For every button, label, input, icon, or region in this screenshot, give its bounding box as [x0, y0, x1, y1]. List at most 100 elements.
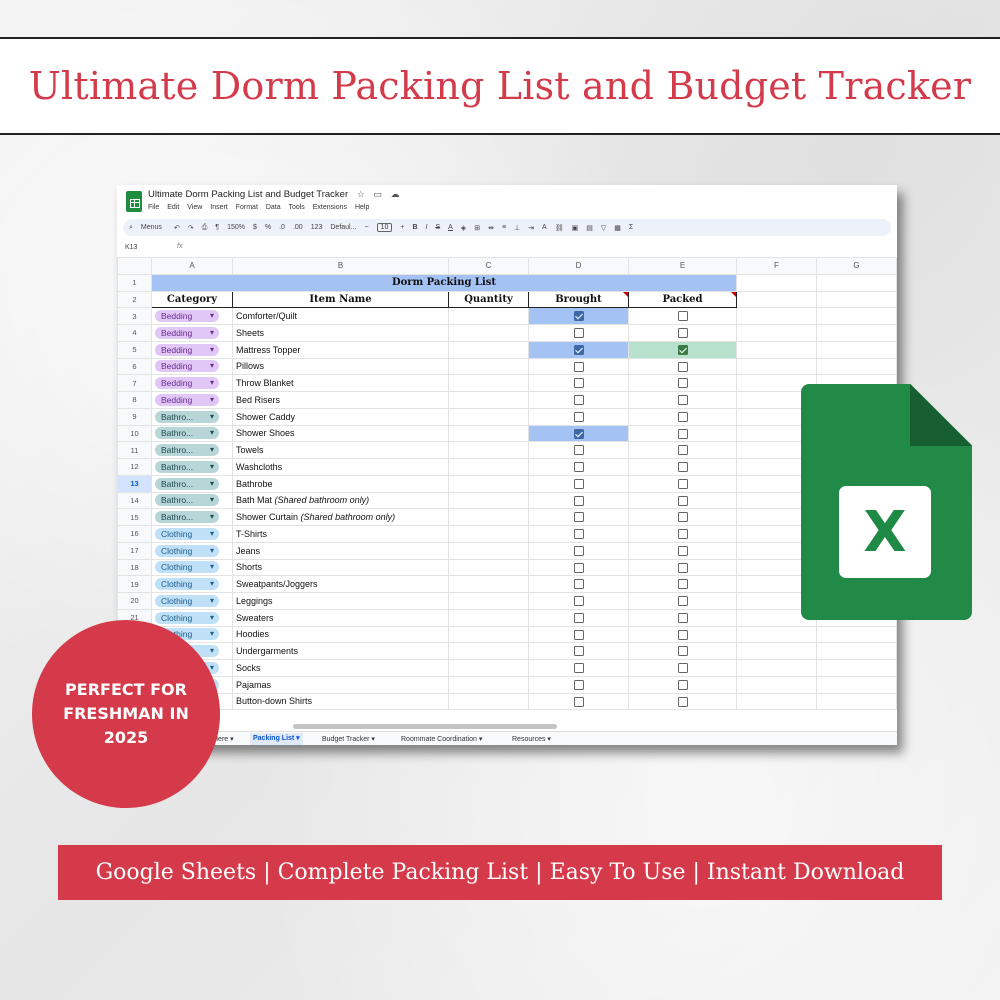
cell[interactable] [816, 273, 897, 292]
quantity-cell[interactable] [448, 625, 529, 644]
category-chip[interactable]: Bedding [155, 377, 219, 390]
category-chip[interactable]: Clothing [155, 594, 219, 607]
item-name-cell[interactable]: Pillows [232, 357, 449, 376]
item-name-cell[interactable]: Comforter/Quilt [232, 307, 449, 325]
packed-cell[interactable] [628, 692, 737, 711]
packed-checkbox[interactable] [677, 411, 688, 422]
quantity-cell[interactable] [448, 474, 529, 493]
row-number[interactable]: 8 [117, 391, 152, 409]
packed-checkbox[interactable] [677, 311, 688, 322]
packed-cell[interactable] [628, 625, 737, 644]
italic-button[interactable]: I [426, 224, 428, 231]
item-name-cell[interactable]: Socks [232, 659, 449, 677]
menu-insert[interactable]: Insert [210, 204, 228, 211]
row-number[interactable]: 7 [117, 374, 152, 392]
category-chip[interactable]: Bedding [155, 310, 219, 323]
quantity-cell[interactable] [448, 391, 529, 409]
category-chip[interactable]: Clothing [155, 544, 219, 557]
packed-cell[interactable] [628, 340, 737, 359]
packed-cell[interactable] [628, 357, 737, 376]
brought-cell[interactable] [528, 424, 629, 443]
text-color-button[interactable]: A [448, 224, 453, 231]
font-select[interactable]: Defaul... [330, 224, 356, 231]
category-chip[interactable]: Clothing [155, 527, 219, 540]
item-name-cell[interactable]: Leggings [232, 592, 449, 610]
cell[interactable] [736, 625, 817, 644]
brought-cell[interactable] [528, 692, 629, 711]
brought-cell[interactable] [528, 357, 629, 376]
item-name-cell[interactable]: Throw Blanket [232, 374, 449, 392]
quantity-cell[interactable] [448, 608, 529, 627]
cell[interactable] [736, 675, 817, 694]
chart-icon[interactable]: ▤ [586, 224, 593, 232]
packed-cell[interactable] [628, 592, 737, 610]
quantity-cell[interactable] [448, 642, 529, 660]
tab-packing-list[interactable]: Packing List ▾ [250, 733, 303, 745]
brought-checkbox[interactable] [573, 344, 584, 355]
category-chip[interactable]: Bedding [155, 393, 219, 406]
row-number[interactable]: 20 [117, 592, 152, 610]
packed-checkbox[interactable] [677, 512, 688, 523]
cell[interactable] [816, 340, 897, 359]
packed-checkbox[interactable] [677, 428, 688, 439]
packed-cell[interactable] [628, 575, 737, 593]
brought-cell[interactable] [528, 474, 629, 493]
category-cell[interactable]: Bedding [151, 324, 233, 342]
quantity-cell[interactable] [448, 525, 529, 543]
strikethrough-button[interactable]: S [435, 224, 440, 231]
packed-checkbox[interactable] [677, 378, 688, 389]
filter-icon[interactable]: ▽ [601, 224, 606, 232]
item-name-cell[interactable]: Pajamas [232, 675, 449, 694]
brought-checkbox[interactable] [573, 395, 584, 406]
header-brought[interactable]: Brought [528, 290, 629, 309]
brought-checkbox[interactable] [573, 562, 584, 573]
category-cell[interactable]: Bathro... [151, 508, 233, 526]
quantity-cell[interactable] [448, 558, 529, 577]
packed-checkbox[interactable] [677, 395, 688, 406]
cell[interactable] [816, 324, 897, 342]
menu-file[interactable]: File [148, 204, 159, 211]
packed-cell[interactable] [628, 374, 737, 392]
category-cell[interactable]: Bedding [151, 340, 233, 359]
menu-data[interactable]: Data [266, 204, 281, 211]
category-cell[interactable]: Clothing [151, 541, 233, 560]
row-number[interactable]: 2 [117, 290, 152, 309]
cell[interactable] [816, 675, 897, 694]
category-chip[interactable]: Bathro... [155, 511, 219, 524]
brought-cell[interactable] [528, 458, 629, 476]
category-cell[interactable]: Bathro... [151, 491, 233, 510]
header-category[interactable]: Category [151, 290, 233, 309]
category-chip[interactable]: Bathro... [155, 460, 219, 473]
packed-cell[interactable] [628, 324, 737, 342]
column-header-b[interactable]: B [232, 257, 449, 275]
row-number[interactable]: 9 [117, 407, 152, 426]
horizontal-scrollbar[interactable] [293, 724, 557, 729]
packed-checkbox[interactable] [677, 679, 688, 690]
item-name-cell[interactable]: Shower Caddy [232, 407, 449, 426]
tab-budget-tracker[interactable]: Budget Tracker ▾ [322, 735, 375, 743]
quantity-cell[interactable] [448, 340, 529, 359]
item-name-cell[interactable]: Bathrobe [232, 474, 449, 493]
sheets-logo-icon[interactable] [126, 191, 142, 212]
column-header-g[interactable]: G [816, 257, 897, 275]
cloud-icon[interactable]: ☁ [391, 189, 400, 199]
column-header-c[interactable]: C [448, 257, 529, 275]
brought-checkbox[interactable] [573, 311, 584, 322]
brought-checkbox[interactable] [573, 612, 584, 623]
quantity-cell[interactable] [448, 374, 529, 392]
category-cell[interactable]: Clothing [151, 608, 233, 627]
brought-cell[interactable] [528, 558, 629, 577]
packed-cell[interactable] [628, 458, 737, 476]
doc-title-text[interactable]: Ultimate Dorm Packing List and Budget Tr… [148, 189, 348, 200]
packed-cell[interactable] [628, 424, 737, 443]
cell[interactable] [816, 659, 897, 677]
rotate-icon[interactable]: A [542, 224, 547, 231]
item-name-cell[interactable]: Button-down Shirts [232, 692, 449, 711]
row-number[interactable]: 5 [117, 340, 152, 359]
cell[interactable] [736, 273, 817, 292]
row-number[interactable]: 15 [117, 508, 152, 526]
row-number[interactable]: 10 [117, 424, 152, 443]
brought-checkbox[interactable] [573, 545, 584, 556]
category-cell[interactable]: Bedding [151, 391, 233, 409]
category-cell[interactable]: Clothing [151, 558, 233, 577]
